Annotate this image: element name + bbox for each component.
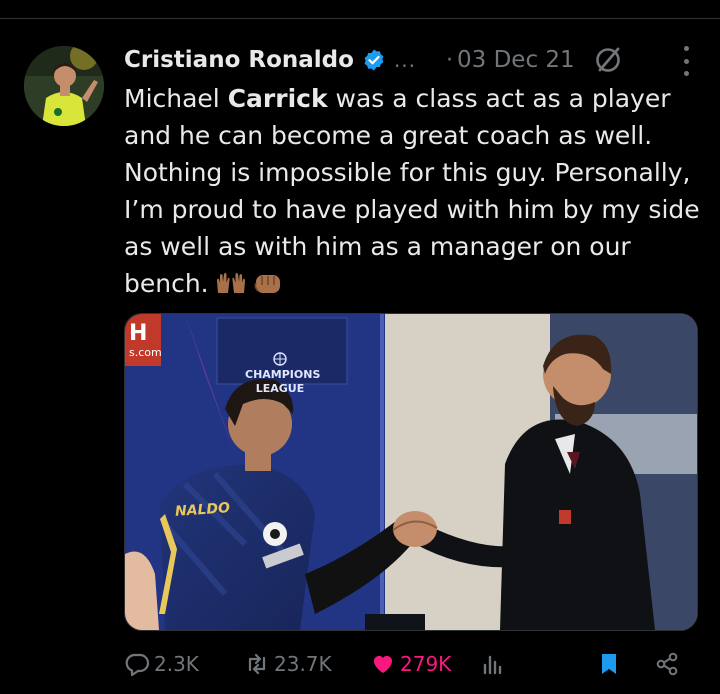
media-corner-text: s.com	[129, 346, 162, 359]
share-icon	[654, 651, 680, 677]
bookmark-button[interactable]	[596, 651, 626, 677]
retweet-button[interactable]: 23.7K	[244, 651, 370, 677]
header-separator: ·	[446, 47, 454, 73]
tweet-actions: 2.3K 23.7K 279K	[124, 646, 696, 682]
media-banner-label: CHAMPIONS LEAGUE	[245, 368, 321, 395]
like-button[interactable]: 279K	[370, 651, 480, 677]
grok-icon[interactable]	[593, 45, 623, 75]
more-icon[interactable]	[676, 46, 696, 76]
tweet-text-after: was a class act as a player and he can b…	[124, 84, 700, 298]
avatar[interactable]	[24, 46, 104, 126]
reply-button[interactable]: 2.3K	[124, 651, 244, 677]
tweet-text-mention: Carrick	[227, 84, 328, 113]
tweet-image[interactable]: H CHAMPIONS LEAGUE NALDO s.com	[124, 313, 698, 631]
author-handle[interactable]: ...	[394, 48, 416, 72]
share-button[interactable]	[654, 651, 684, 677]
raising-hands-emoji	[215, 268, 247, 305]
retweet-count: 23.7K	[274, 652, 332, 676]
top-divider	[0, 0, 720, 19]
like-icon	[370, 651, 396, 677]
verified-badge-icon	[362, 48, 386, 72]
tweet-text-before: Michael	[124, 84, 228, 113]
tweet-header: Cristiano Ronaldo ... · 03 Dec 21	[124, 42, 696, 78]
reply-count: 2.3K	[154, 652, 199, 676]
svg-text:H: H	[129, 321, 147, 346]
views-icon	[480, 651, 506, 677]
tweet-date[interactable]: 03 Dec 21	[457, 47, 575, 73]
like-count: 279K	[400, 652, 452, 676]
media-banner-text: CHAMPIONS LEAGUE	[245, 352, 320, 396]
retweet-icon	[244, 651, 270, 677]
fist-emoji	[253, 268, 283, 305]
bookmark-icon	[596, 651, 622, 677]
views-button[interactable]	[480, 651, 580, 677]
reply-icon	[124, 651, 150, 677]
author-name[interactable]: Cristiano Ronaldo	[124, 47, 354, 73]
tweet-text: Michael Carrick was a class act as a pla…	[124, 80, 704, 305]
